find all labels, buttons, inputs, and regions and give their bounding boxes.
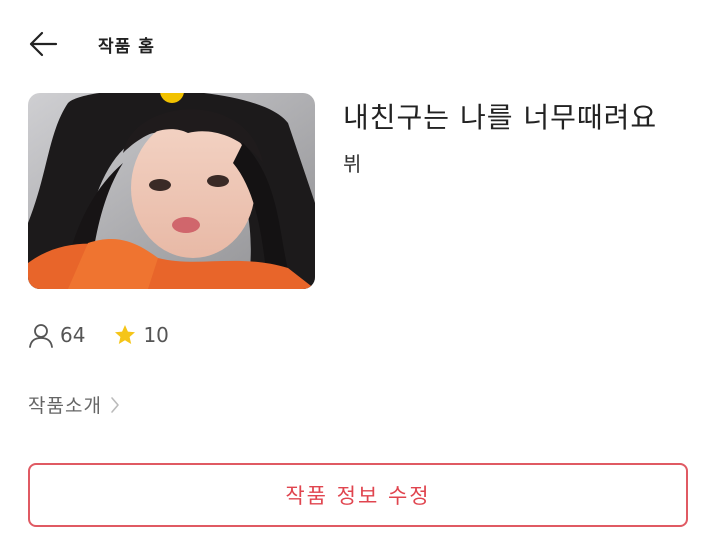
top-bar: 작품 홈 bbox=[28, 22, 155, 66]
back-button[interactable] bbox=[28, 24, 68, 64]
work-title: 내친구는 나를 너무때려요 bbox=[343, 101, 658, 134]
stars-count: 10 bbox=[143, 323, 169, 347]
readers-count: 64 bbox=[60, 323, 86, 347]
arrow-left-icon bbox=[29, 31, 58, 57]
stars-stat: 10 bbox=[113, 323, 169, 347]
cover-image bbox=[28, 93, 315, 289]
work-intro-link[interactable]: 작품소개 bbox=[28, 391, 120, 418]
author-name: 뷔 bbox=[343, 152, 362, 176]
chevron-right-icon bbox=[111, 396, 119, 413]
page-title: 작품 홈 bbox=[98, 36, 155, 57]
star-icon bbox=[115, 325, 136, 344]
person-icon bbox=[29, 324, 53, 348]
readers-stat: 64 bbox=[28, 322, 85, 348]
work-home-screen: 작품 홈 내친구는 나를 너무때려요 뷔 64 10 작품소개 작품 정보 수정 bbox=[0, 0, 720, 540]
intro-label: 작품소개 bbox=[28, 395, 102, 417]
work-stats: 64 10 bbox=[28, 322, 169, 348]
edit-work-info-button[interactable]: 작품 정보 수정 bbox=[28, 463, 688, 527]
